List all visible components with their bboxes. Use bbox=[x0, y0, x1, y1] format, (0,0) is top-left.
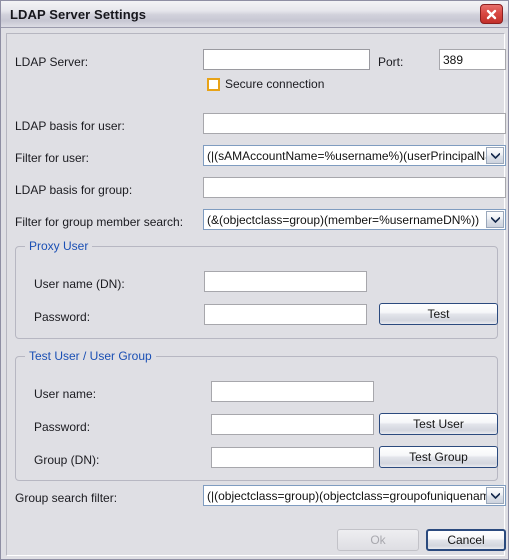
test-group-dn-label: Group (DN): bbox=[34, 453, 100, 467]
filter-user-label: Filter for user: bbox=[15, 151, 90, 165]
port-label: Port: bbox=[378, 55, 404, 69]
test-user-group-groupbox: Test User / User Group User name: Passwo… bbox=[15, 349, 498, 481]
port-input[interactable] bbox=[439, 49, 506, 70]
close-button[interactable] bbox=[480, 4, 503, 24]
chevron-down-icon[interactable] bbox=[486, 147, 504, 164]
window-title: LDAP Server Settings bbox=[10, 6, 147, 22]
ldap-basis-group-label: LDAP basis for group: bbox=[15, 183, 133, 197]
group-search-filter-combobox[interactable]: (|(objectclass=group)(objectclass=groupo… bbox=[203, 485, 506, 506]
test-group-button[interactable]: Test Group bbox=[379, 446, 498, 468]
ldap-server-settings-dialog: LDAP Server Settings LDAP Server: Port: … bbox=[0, 0, 509, 560]
test-user-group-legend: Test User / User Group bbox=[25, 349, 156, 363]
ldap-server-input[interactable] bbox=[203, 49, 370, 70]
filter-group-member-label: Filter for group member search: bbox=[15, 215, 184, 229]
test-password-input[interactable] bbox=[211, 414, 374, 435]
chevron-down-icon[interactable] bbox=[486, 211, 504, 228]
test-user-name-input[interactable] bbox=[211, 381, 374, 402]
filter-group-member-value: (&(objectclass=group)(member=%usernameDN… bbox=[207, 212, 480, 227]
test-user-button[interactable]: Test User bbox=[379, 413, 498, 435]
test-group-dn-input[interactable] bbox=[211, 447, 374, 468]
proxy-password-input[interactable] bbox=[204, 304, 367, 325]
proxy-test-button[interactable]: Test bbox=[379, 303, 498, 325]
title-bar: LDAP Server Settings bbox=[1, 1, 508, 28]
proxy-user-groupbox: Proxy User User name (DN): Password: Tes… bbox=[15, 239, 498, 339]
proxy-user-legend: Proxy User bbox=[25, 239, 93, 253]
ldap-basis-user-input[interactable] bbox=[203, 113, 506, 134]
test-user-name-label: User name: bbox=[34, 387, 97, 401]
ldap-basis-group-input[interactable] bbox=[203, 177, 506, 198]
cancel-button[interactable]: Cancel bbox=[426, 529, 506, 551]
ok-button[interactable]: Ok bbox=[337, 529, 419, 551]
filter-user-combobox[interactable]: (|(sAMAccountName=%username%)(userPrinci… bbox=[203, 145, 506, 166]
chevron-down-icon[interactable] bbox=[486, 487, 504, 504]
secure-connection-label: Secure connection bbox=[225, 77, 325, 91]
checkbox-box bbox=[207, 77, 220, 91]
secure-connection-checkbox[interactable]: Secure connection bbox=[207, 77, 324, 91]
proxy-user-name-input[interactable] bbox=[204, 271, 367, 292]
close-icon bbox=[485, 8, 498, 21]
proxy-user-name-label: User name (DN): bbox=[34, 277, 125, 291]
test-password-label: Password: bbox=[34, 420, 91, 434]
group-search-filter-value: (|(objectclass=group)(objectclass=groupo… bbox=[207, 488, 486, 503]
ldap-basis-user-label: LDAP basis for user: bbox=[15, 119, 125, 133]
filter-user-value: (|(sAMAccountName=%username%)(userPrinci… bbox=[207, 148, 486, 163]
filter-group-member-combobox[interactable]: (&(objectclass=group)(member=%usernameDN… bbox=[203, 209, 506, 230]
ldap-server-label: LDAP Server: bbox=[15, 55, 89, 69]
proxy-password-label: Password: bbox=[34, 310, 91, 324]
group-search-filter-label: Group search filter: bbox=[15, 491, 118, 505]
dialog-client-area: LDAP Server: Port: Secure connection LDA… bbox=[6, 33, 506, 556]
